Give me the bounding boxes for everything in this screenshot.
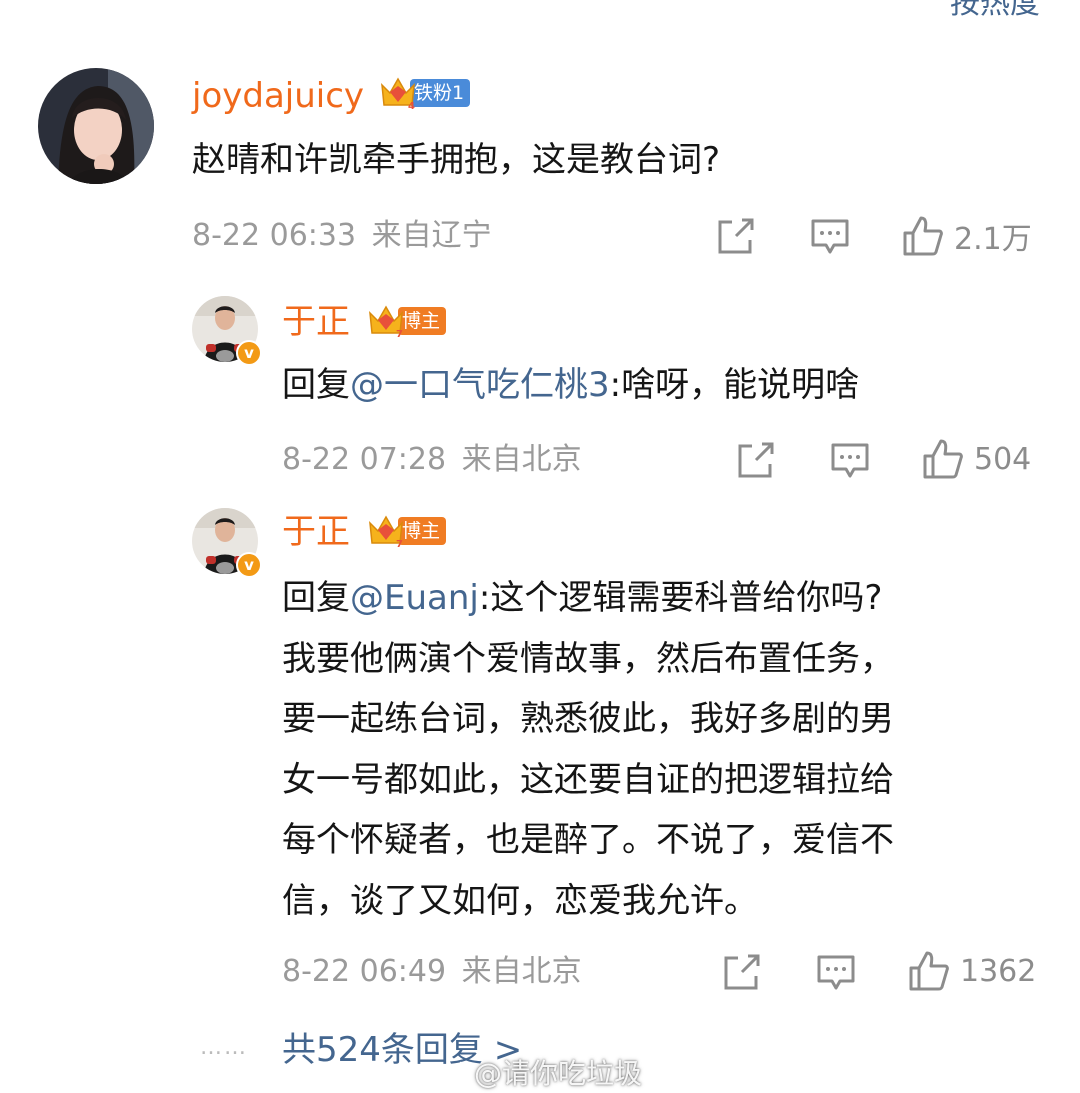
like-button[interactable]: 504: [922, 438, 1031, 480]
comment-text: 赵晴和许凯牵手拥抱，这是教台词?: [192, 140, 721, 180]
like-count: 1362: [960, 953, 1037, 989]
share-icon: [724, 954, 760, 990]
like-count: 2.1万: [954, 222, 1032, 257]
reply-prefix: 回复: [282, 578, 350, 618]
reply-time: 8-22 07:28: [282, 442, 447, 477]
comment-username[interactable]: joydajuicy: [192, 76, 364, 116]
reply-meta: 8-22 07:28 来自北京: [282, 440, 582, 480]
share-icon: [738, 442, 774, 478]
reply-username[interactable]: 于正: [282, 302, 350, 342]
reply-line: 女一号都如此，这还要自证的把逻辑拉给: [282, 759, 894, 800]
like-button[interactable]: 1362: [908, 950, 1036, 992]
reply-text: 回复@一口气吃仁桃3:啥呀，能说明啥: [282, 355, 859, 416]
reply-button[interactable]: [816, 954, 856, 992]
like-count: 504: [974, 441, 1032, 477]
reply-line: 信，谈了又如何，恋爱我允许。: [282, 880, 758, 921]
reply-location: 来自北京: [461, 442, 582, 477]
fan-level-tag: 铁粉1: [410, 79, 471, 107]
reply-line: 每个怀疑者，也是醉了。不说了，爱信不: [282, 820, 894, 860]
svg-text:4: 4: [408, 101, 415, 111]
reply-line: 我要他俩演个爱情故事，然后布置任务，: [282, 638, 894, 679]
comment-icon: [831, 443, 869, 478]
thumbs-up-icon: [923, 439, 963, 479]
fan-badge[interactable]: 4 铁粉1: [378, 75, 471, 112]
reply-body: :这个逻辑需要科普给你吗?: [478, 578, 883, 618]
comment-time: 8-22 06:33: [192, 218, 357, 253]
sort-by-hot-button[interactable]: 按热度: [950, 0, 1040, 22]
reply-text: 回复@Euanj:这个逻辑需要科普给你吗? 我要他俩演个爱情故事，然后布置任务，…: [282, 568, 894, 931]
crown-icon: 7: [366, 303, 406, 340]
reply-body: :啥呀，能说明啥: [609, 365, 860, 405]
watermark-text: @请你吃垃圾: [474, 1057, 643, 1090]
comment-meta: 8-22 06:33 来自辽宁: [192, 216, 492, 256]
reply-time: 8-22 06:49: [282, 954, 447, 989]
share-button[interactable]: [736, 442, 776, 480]
like-button[interactable]: 2.1万: [902, 214, 1032, 258]
comment-icon: [817, 955, 855, 990]
share-button[interactable]: [716, 218, 756, 256]
avatar-image: [38, 68, 154, 184]
host-badge[interactable]: 7 博主: [366, 303, 447, 340]
share-icon: [718, 218, 754, 254]
thumbs-up-icon: [903, 216, 943, 256]
watermark: @请你吃垃圾: [432, 1052, 642, 1092]
comment-location: 来自辽宁: [371, 218, 492, 253]
svg-text:7: 7: [396, 329, 403, 339]
comment-icon: [811, 219, 849, 254]
avatar-joydajuicy[interactable]: [38, 68, 154, 184]
thumbs-up-icon: [909, 951, 949, 991]
reply-button[interactable]: [830, 442, 870, 480]
verified-icon: v: [236, 552, 262, 578]
sort-label: 按热度: [950, 0, 1040, 21]
svg-text:7: 7: [396, 539, 403, 549]
reply-username[interactable]: 于正: [282, 512, 350, 552]
reply-location: 来自北京: [461, 954, 582, 989]
share-button[interactable]: [722, 954, 762, 992]
weibo-logo-icon: [432, 1061, 471, 1089]
reply-prefix: 回复: [282, 365, 350, 405]
separator-dots: ……: [200, 1035, 248, 1060]
reply-line: 要一起练台词，熟悉彼此，我好多剧的男: [282, 699, 894, 739]
reply-button[interactable]: [810, 218, 850, 256]
crown-icon: 4: [378, 75, 418, 112]
reply-meta: 8-22 06:49 来自北京: [282, 952, 582, 992]
host-badge[interactable]: 7 博主: [366, 513, 447, 550]
mention-link[interactable]: @一口气吃仁桃3: [350, 365, 610, 405]
reply-line: 回复@Euanj:这个逻辑需要科普给你吗?: [282, 568, 894, 629]
verified-icon: v: [236, 340, 262, 366]
mention-link[interactable]: @Euanj: [350, 578, 479, 618]
crown-icon: 7: [366, 513, 406, 550]
